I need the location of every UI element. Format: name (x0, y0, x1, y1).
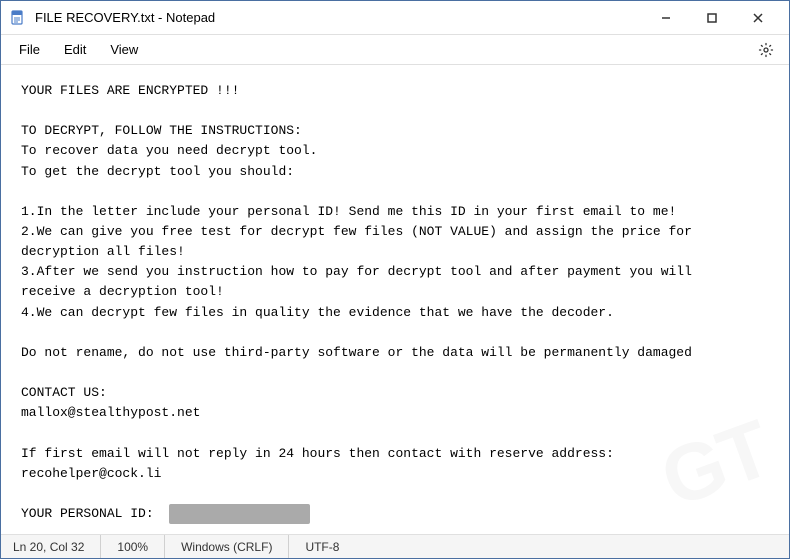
text-line: Do not rename, do not use third-party so… (21, 343, 769, 363)
text-line (21, 484, 769, 504)
menu-view[interactable]: View (100, 38, 148, 61)
menu-file[interactable]: File (9, 38, 50, 61)
text-line: 3.After we send you instruction how to p… (21, 262, 769, 282)
status-bar: Ln 20, Col 32 100% Windows (CRLF) UTF-8 (1, 534, 789, 558)
menu-bar: File Edit View (1, 35, 789, 65)
minimize-button[interactable] (643, 1, 689, 35)
text-line: To get the decrypt tool you should: (21, 162, 769, 182)
line-ending: Windows (CRLF) (165, 535, 289, 558)
personal-id-label: YOUR PERSONAL ID: (21, 506, 169, 521)
text-line (21, 423, 769, 443)
text-line: decryption all files! (21, 242, 769, 262)
notepad-window: FILE RECOVERY.txt - Notepad File Edit Vi… (0, 0, 790, 559)
text-line (21, 363, 769, 383)
maximize-button[interactable] (689, 1, 735, 35)
personal-id-line: YOUR PERSONAL ID: ████████████████ (21, 506, 310, 521)
cursor-position: Ln 20, Col 32 (13, 535, 101, 558)
zoom-level: 100% (101, 535, 165, 558)
text-line: TO DECRYPT, FOLLOW THE INSTRUCTIONS: (21, 121, 769, 141)
text-line: mallox@stealthypost.net (21, 403, 769, 423)
text-line: 1.In the letter include your personal ID… (21, 202, 769, 222)
text-line (21, 182, 769, 202)
text-line: receive a decryption tool! (21, 282, 769, 302)
notepad-icon (9, 9, 27, 27)
window-title: FILE RECOVERY.txt - Notepad (35, 10, 643, 25)
text-line: 4.We can decrypt few files in quality th… (21, 303, 769, 323)
text-line (21, 323, 769, 343)
text-line: To recover data you need decrypt tool. (21, 141, 769, 161)
settings-icon[interactable] (751, 37, 781, 63)
text-line: recohelper@cock.li (21, 464, 769, 484)
text-line: CONTACT US: (21, 383, 769, 403)
text-content: YOUR FILES ARE ENCRYPTED !!! TO DECRYPT,… (21, 81, 769, 524)
title-bar: FILE RECOVERY.txt - Notepad (1, 1, 789, 35)
text-line (21, 101, 769, 121)
personal-id-value: ████████████████ (169, 504, 310, 524)
menu-edit[interactable]: Edit (54, 38, 96, 61)
text-line: If first email will not reply in 24 hour… (21, 444, 769, 464)
close-button[interactable] (735, 1, 781, 35)
text-line: YOUR FILES ARE ENCRYPTED !!! (21, 81, 769, 101)
text-editor-area[interactable]: YOUR FILES ARE ENCRYPTED !!! TO DECRYPT,… (1, 65, 789, 534)
window-controls (643, 1, 781, 35)
encoding: UTF-8 (289, 535, 355, 558)
text-line: 2.We can give you free test for decrypt … (21, 222, 769, 242)
